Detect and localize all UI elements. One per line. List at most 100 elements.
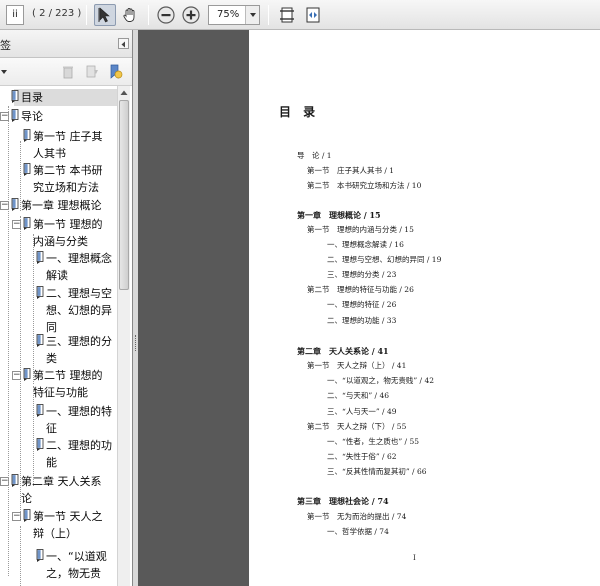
trash-icon[interactable]	[62, 65, 74, 79]
toc-chapter[interactable]: 第一章 理想概论 / 15	[297, 210, 381, 220]
bookmark-icon	[23, 509, 31, 522]
collapse-panel-button[interactable]	[118, 38, 129, 49]
toc-entry[interactable]: 二、“失性于俗” / 62	[327, 452, 397, 462]
new-bookmark-icon[interactable]	[85, 65, 99, 79]
bookmark-icon	[23, 217, 31, 230]
bookmark-icon	[36, 334, 44, 347]
page-number: I	[413, 554, 416, 562]
separator	[148, 5, 149, 25]
toc-entry[interactable]: 第一节 庄子其人其书 / 1	[307, 166, 394, 176]
bookmark-item[interactable]: − 第一章 理想概论	[0, 197, 118, 214]
tree-guide-line	[33, 386, 34, 486]
toc-entry[interactable]: 第二节 理想的特征与功能 / 26	[307, 285, 414, 295]
bookmark-item[interactable]: 一、“以道观 之，物无贵	[0, 548, 118, 582]
toc-chapter[interactable]: 第二章 天人关系论 / 41	[297, 346, 389, 356]
bookmark-icon	[36, 438, 44, 451]
bookmarks-toolbar	[0, 58, 132, 86]
bookmarks-panel: 签 目录 − 导论 第一节 庄子其 人其书 第二节 本书研 究立场和方法 − 第一章 理想概论 −…	[0, 30, 133, 586]
toc-entry[interactable]: 第二节 天人之辩（下） / 55	[307, 422, 406, 432]
toc-entry[interactable]: 第一节 无为而治的提出 / 74	[307, 512, 406, 522]
separator	[268, 5, 269, 25]
plus-circle-icon	[182, 6, 200, 24]
bookmark-label: 人其书	[33, 147, 66, 160]
bookmark-item[interactable]: 三、理想的分类	[0, 333, 118, 367]
toc-entry[interactable]: 三、理想的分类 / 23	[327, 270, 396, 280]
chevron-down-icon	[250, 13, 256, 17]
hand-tool-button[interactable]	[119, 4, 141, 26]
bookmark-label: 内涵与分类	[33, 235, 88, 248]
page-number-input[interactable]: ii	[6, 5, 24, 25]
bookmark-properties-icon[interactable]	[108, 64, 123, 80]
scroll-up-icon[interactable]	[120, 89, 128, 96]
bookmark-item[interactable]: − 第一节 天人之 辩（上）	[0, 508, 118, 542]
bookmark-label: 三、理想的分	[46, 335, 112, 348]
bookmark-label: 第一节 理想的	[33, 218, 103, 231]
toc-entry[interactable]: 二、“与天和” / 46	[327, 391, 389, 401]
toc-entry[interactable]: 一、哲学依据 / 74	[327, 527, 389, 537]
fit-page-button[interactable]	[276, 4, 298, 26]
toc-entry[interactable]: 一、理想概念解读 / 16	[327, 240, 404, 250]
bookmark-item[interactable]: 一、理想的特征	[0, 403, 118, 437]
toc-entry[interactable]: 二、理想的功能 / 33	[327, 316, 396, 326]
chevron-left-icon	[121, 41, 125, 48]
tree-guide-line	[33, 234, 34, 384]
bookmark-label: 导论	[21, 110, 43, 123]
zoom-select[interactable]: 75%	[208, 5, 260, 25]
minus-circle-icon	[157, 6, 175, 24]
toc-entry[interactable]: 第一节 天人之辩（上） / 41	[307, 361, 406, 371]
toc-entry[interactable]: 第一节 理想的内涵与分类 / 15	[307, 225, 414, 235]
fit-width-icon	[306, 7, 320, 23]
options-dropdown-icon[interactable]	[0, 68, 8, 76]
bookmark-item[interactable]: 第二节 本书研 究立场和方法	[0, 162, 118, 196]
toc-entry[interactable]: 二、理想与空想、幻想的异同 / 19	[327, 255, 441, 265]
bookmark-label: 一、“以道观	[46, 550, 107, 563]
bookmark-label: 二、理想与空	[46, 287, 112, 300]
bookmark-label: 第一节 天人之	[33, 510, 103, 523]
bookmark-label: 第二节 理想的	[33, 369, 103, 382]
bookmark-item[interactable]: − 导论	[0, 108, 118, 125]
bookmark-item[interactable]: − 第二章 天人关系论	[0, 473, 118, 507]
toc-entry[interactable]: 三、“反其性情而复其初” / 66	[327, 467, 427, 477]
bookmark-item[interactable]: − 第一节 理想的 内涵与分类	[0, 216, 118, 250]
bookmark-item[interactable]: 目录	[11, 89, 118, 106]
separator	[86, 5, 87, 25]
fit-page-icon	[280, 7, 294, 23]
fit-width-button[interactable]	[302, 4, 324, 26]
bookmarks-panel-header: 签	[0, 30, 132, 58]
bookmark-icon	[36, 549, 44, 562]
bookmark-label: 第二节 本书研	[33, 164, 103, 177]
toc-entry[interactable]: 导 论 / 1	[297, 151, 332, 161]
bookmark-item[interactable]: 二、理想的功能	[0, 437, 118, 471]
tree-guide-line	[20, 141, 21, 211]
zoom-in-button[interactable]	[180, 4, 202, 26]
bookmark-item[interactable]: − 第二节 理想的 特征与功能	[0, 367, 118, 401]
bookmark-icon	[11, 90, 19, 103]
bookmark-item[interactable]: 一、理想概念 解读	[0, 250, 118, 284]
scrollbar-thumb[interactable]	[119, 100, 129, 290]
bookmark-label: 能	[46, 456, 57, 469]
toc-entry[interactable]: 第二节 本书研究立场和方法 / 10	[307, 181, 421, 191]
bookmark-label: 第一节 庄子其	[33, 130, 103, 143]
zoom-out-button[interactable]	[155, 4, 177, 26]
tree-guide-line	[20, 216, 21, 516]
bookmark-icon	[36, 251, 44, 264]
bookmark-item[interactable]: 二、理想与空 想、幻想的异同	[0, 285, 118, 336]
bookmark-label: 征	[46, 422, 57, 435]
bookmark-icon	[23, 129, 31, 142]
bookmark-label: 二、理想的功	[46, 439, 112, 452]
select-tool-button[interactable]	[94, 4, 116, 26]
toc-chapter[interactable]: 第三章 理想社会论 / 74	[297, 496, 389, 506]
toolbar: ii ( 2 / 223 ) 75%	[0, 0, 600, 30]
zoom-dropdown-button[interactable]	[245, 6, 259, 24]
bookmarks-scrollbar[interactable]	[117, 86, 130, 586]
cursor-arrow-icon	[98, 7, 110, 23]
bookmark-item[interactable]: 第一节 庄子其 人其书	[0, 128, 118, 162]
toc-entry[interactable]: 一、“性者，生之质也” / 55	[327, 437, 419, 447]
bookmark-label: 目录	[21, 91, 43, 104]
bookmark-label: 一、理想的特	[46, 405, 112, 418]
toc-entry[interactable]: 一、“以道观之，物无贵贱” / 42	[327, 376, 434, 386]
toc-entry[interactable]: 三、“人与天一” / 49	[327, 407, 397, 417]
toc-entry[interactable]: 一、理想的特征 / 26	[327, 300, 396, 310]
bookmark-label: 究立场和方法	[33, 181, 99, 194]
bookmark-icon	[36, 286, 44, 299]
